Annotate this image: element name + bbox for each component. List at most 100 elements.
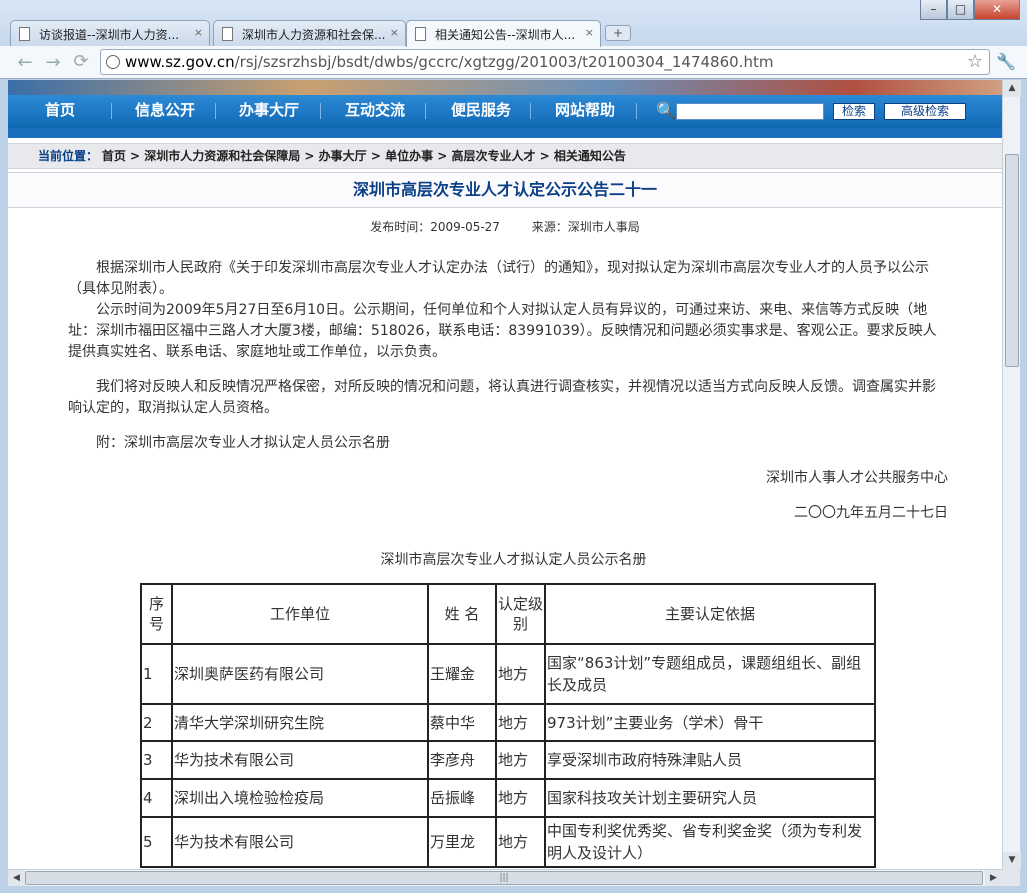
article-title: 深圳市高层次专业人才认定公示公告二十一 (8, 172, 1002, 208)
table-row: 4 深圳出入境检验检疫局 岳振峰 地方 国家科技攻关计划主要研究人员 (140, 778, 876, 818)
header-index: 序号 (140, 583, 173, 645)
nav-divider (530, 103, 531, 119)
cell-index: 1 (140, 643, 173, 705)
article-body: 根据深圳市人民政府《关于印发深圳市高层次专业人才认定办法（试行）的通知》，现对拟… (68, 258, 948, 524)
tab-close-icon[interactable]: × (585, 26, 594, 39)
scroll-down-icon[interactable]: ▼ (1003, 852, 1021, 869)
article-source: 来源：深圳市人事局 (531, 220, 640, 234)
forward-icon[interactable]: → (42, 52, 64, 73)
vertical-scroll-thumb[interactable] (1005, 154, 1019, 367)
cell-name: 李彦舟 (427, 740, 497, 780)
scroll-left-icon[interactable]: ◀ (8, 870, 25, 886)
url-path: /rsj/szsrzhsbj/bsdt/dwbs/gccrc/xgtzgg/20… (234, 53, 774, 71)
nav-divider (320, 103, 321, 119)
tab-hrss[interactable]: 深圳市人力资源和社会保... × (213, 20, 406, 46)
bookmark-star-icon[interactable]: ☆ (967, 50, 983, 74)
table-row: 3 华为技术有限公司 李彦舟 地方 享受深圳市政府特殊津贴人员 (140, 740, 876, 780)
breadcrumb-label: 当前位置： (38, 149, 99, 163)
horizontal-scroll-thumb[interactable]: ||| (25, 871, 983, 885)
browser-toolbar: ← → ⟳ www.sz.gov.cn/rsj/szsrzhsbj/bsdt/d… (0, 46, 1027, 79)
cell-employer: 深圳出入境检验检疫局 (171, 778, 429, 818)
nav-divider (215, 103, 216, 119)
site-main-nav: 首页 信息公开 办事大厅 互动交流 便民服务 网站帮助 🔍 检索 高级检索 (8, 95, 1002, 138)
site-banner (8, 80, 1002, 95)
nav-info-disclosure[interactable]: 信息公开 (135, 95, 195, 125)
cell-level: 地方 (495, 816, 546, 868)
cell-name: 王耀金 (427, 643, 497, 705)
nav-interaction[interactable]: 互动交流 (345, 95, 405, 125)
tab-interviews[interactable]: 访谈报道--深圳市人力资... × (10, 20, 210, 46)
scroll-up-icon[interactable]: ▲ (1003, 80, 1021, 97)
cell-level: 地方 (495, 703, 546, 742)
nav-divider (111, 103, 112, 119)
wrench-icon[interactable]: 🔧 (996, 52, 1016, 71)
cell-employer: 华为技术有限公司 (171, 816, 429, 868)
cell-index: 5 (140, 816, 173, 868)
cell-employer: 深圳奥萨医药有限公司 (171, 643, 429, 705)
tab-notices[interactable]: 相关通知公告--深圳市人... × (406, 20, 601, 47)
minimize-button[interactable]: – (920, 0, 947, 20)
search-button[interactable]: 检索 (833, 103, 875, 120)
cell-name: 岳振峰 (427, 778, 497, 818)
cell-basis: 享受深圳市政府特殊津贴人员 (544, 740, 876, 780)
paragraph-period: 公示时间为2009年5月27日至6月10日。公示期间，任何单位和个人对拟认定人员… (68, 302, 937, 360)
cell-index: 2 (140, 703, 173, 742)
signature-org: 深圳市人事人才公共服务中心 (766, 470, 948, 486)
address-bar[interactable]: www.sz.gov.cn/rsj/szsrzhsbj/bsdt/dwbs/gc… (100, 49, 990, 75)
reload-icon[interactable]: ⟳ (70, 51, 92, 72)
cell-level: 地方 (495, 778, 546, 818)
nav-service-hall[interactable]: 办事大厅 (239, 95, 299, 125)
cell-employer: 华为技术有限公司 (171, 740, 429, 780)
candidate-table: 序号 工作单位 姓 名 认定级别 主要认定依据 1 深圳奥萨医药有限公司 王耀金… (140, 583, 876, 868)
header-name: 姓 名 (427, 583, 497, 645)
back-icon[interactable]: ← (14, 52, 36, 73)
browser-tab-strip: 访谈报道--深圳市人力资... × 深圳市人力资源和社会保... × 相关通知公… (0, 0, 1027, 47)
cell-name: 万里龙 (427, 816, 497, 868)
tab-close-icon[interactable]: × (194, 26, 203, 39)
close-window-button[interactable]: ✕ (974, 0, 1020, 20)
url-domain: www.sz.gov.cn (125, 53, 235, 71)
globe-icon (106, 55, 120, 69)
header-employer: 工作单位 (171, 583, 429, 645)
scroll-right-icon[interactable]: ▶ (985, 870, 1002, 886)
cell-basis: 中国专利奖优秀奖、省专利奖金奖（须为专利发明人及设计人） (544, 816, 876, 868)
cell-employer: 清华大学深圳研究生院 (171, 703, 429, 742)
tab-close-icon[interactable]: × (390, 26, 399, 39)
vertical-scrollbar[interactable]: ▲ ▼ (1002, 80, 1021, 869)
maximize-button[interactable]: □ (947, 0, 974, 20)
advanced-search-button[interactable]: 高级检索 (884, 103, 966, 120)
tab-label: 相关通知公告--深圳市人... (435, 28, 576, 42)
cell-level: 地方 (495, 643, 546, 705)
page-icon (222, 27, 233, 41)
signature-date: 二〇〇九年五月二十七日 (794, 505, 948, 521)
cell-level: 地方 (495, 740, 546, 780)
horizontal-scrollbar[interactable]: ◀ ||| ▶ (8, 869, 1002, 886)
search-icon: 🔍 (656, 101, 676, 120)
table-header-row: 序号 工作单位 姓 名 认定级别 主要认定依据 (140, 583, 876, 645)
nav-home[interactable]: 首页 (45, 95, 75, 125)
breadcrumb-path[interactable]: 首页 > 深圳市人力资源和社会保障局 > 办事大厅 > 单位办事 > 高层次专业… (102, 149, 626, 163)
site-search-input[interactable] (676, 103, 824, 120)
table-row: 2 清华大学深圳研究生院 蔡中华 地方 973计划”主要业务（学术）骨干 (140, 703, 876, 742)
paragraph-basis: 根据深圳市人民政府《关于印发深圳市高层次专业人才认定办法（试行）的通知》，现对拟… (68, 260, 929, 297)
cell-index: 3 (140, 740, 173, 780)
publish-time: 发布时间：2009-05-27 (370, 220, 500, 234)
nav-help[interactable]: 网站帮助 (555, 95, 615, 125)
cell-name: 蔡中华 (427, 703, 497, 742)
article-meta: 发布时间：2009-05-27 来源：深圳市人事局 (8, 218, 1002, 235)
cell-basis: 973计划”主要业务（学术）骨干 (544, 703, 876, 742)
page-icon (415, 27, 426, 41)
nav-public-service[interactable]: 便民服务 (451, 95, 511, 125)
nav-divider (425, 103, 426, 119)
breadcrumb: 当前位置： 首页 > 深圳市人力资源和社会保障局 > 办事大厅 > 单位办事 >… (8, 143, 1002, 169)
table-row: 5 华为技术有限公司 万里龙 地方 中国专利奖优秀奖、省专利奖金奖（须为专利发明… (140, 816, 876, 868)
nav-divider (636, 103, 637, 119)
new-tab-button[interactable]: + (605, 25, 631, 41)
cell-basis: 国家科技攻关计划主要研究人员 (544, 778, 876, 818)
tab-label: 访谈报道--深圳市人力资... (39, 28, 180, 42)
page-icon (19, 27, 30, 41)
table-row: 1 深圳奥萨医药有限公司 王耀金 地方 国家“863计划”专题组成员，课题组组长… (140, 643, 876, 705)
scroll-corner (1002, 869, 1020, 886)
paragraph-confidential: 我们将对反映人和反映情况严格保密，对所反映的情况和问题，将认真进行调查核实，并视… (68, 379, 936, 416)
cell-basis: 国家“863计划”专题组成员，课题组组长、副组长及成员 (544, 643, 876, 705)
